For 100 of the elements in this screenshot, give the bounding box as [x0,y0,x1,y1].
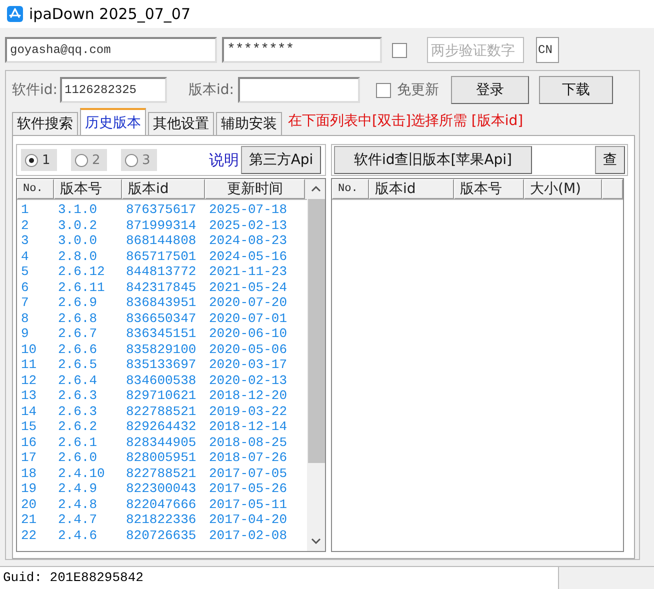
table-cell-text: 3.0.2 [57,218,98,233]
table-cell-text: 822300043 [125,481,198,496]
scroll-up-icon[interactable] [311,186,321,192]
table-cell-text: 11 [20,357,38,372]
table-cell-text: 836843951 [125,295,198,310]
table-cell-text: 2.6.1 [57,434,98,450]
action-button[interactable]: 下载 [539,76,613,104]
column-header[interactable]: 版本id [369,179,454,199]
column-header[interactable]: 大小(M) [524,179,602,199]
table-cell-text: 2018-12-14 [208,419,288,434]
table-cell-text: 22 [20,528,38,543]
table-cell-text: 2.4.7 [57,512,98,528]
table-cell-text: 2020-07-01 [208,310,288,326]
table-cell-text: 2017-02-08 [208,528,288,543]
table-cell-text: 2.6.3 [57,404,98,419]
password-field[interactable]: ******** [222,37,382,63]
table-cell-text: 2017-05-11 [208,496,288,512]
table-cell-text: 844813772 [125,264,198,280]
table-cell-text: 828344905 [125,434,198,450]
table-cell-text: 15 [20,419,38,434]
column-header[interactable]: 版本号 [454,179,524,199]
app-id-field[interactable]: 1126282325 [60,77,166,103]
table-cell-text: 822788521 [125,404,198,419]
tab[interactable]: 辅助安装 [216,112,282,135]
table-cell-text: 2018-08-25 [208,434,288,450]
table-cell-text: 829264432 [125,419,198,434]
table-cell-text: 3.0.0 [57,233,98,248]
table-cell-text: 2.6.2 [57,419,98,434]
table-cell-text: 821822336 [125,512,198,528]
action-button[interactable]: 登录 [451,76,529,104]
table-cell-text: 842317845 [125,280,198,295]
help-link[interactable]: 说明 [209,150,239,170]
table-cell-text: 2019-03-22 [208,404,288,419]
hint-text: 在下面列表中[双击]选择所需 [版本id] [288,112,524,130]
table-cell-text: 13 [20,388,38,404]
table-cell-text: 9 [20,326,30,342]
no-update-checkbox[interactable] [376,82,391,98]
tab[interactable]: 软件搜索 [12,112,78,135]
table-cell-text: 2.4.10 [57,466,106,481]
table-cell-text: 3.1.0 [57,202,98,218]
region-field[interactable]: CN [536,37,559,63]
column-header[interactable]: No. [332,179,369,199]
table-cell-text: 2.8.0 [57,248,98,264]
search-button[interactable]: 查 [595,146,625,174]
table-cell-text: 2.6.8 [57,310,98,326]
table-cell-text: 2018-07-26 [208,450,288,466]
radio-option[interactable]: 1 [21,149,57,171]
email-field[interactable]: goyasha@qq.com [5,37,217,63]
table-cell-text: 16 [20,434,38,450]
table-cell-text: 2025-07-18 [208,202,288,218]
table-cell-text: 2021-11-23 [208,264,288,280]
table-cell-text: 2.4.8 [57,496,98,512]
table-cell-text: 2020-02-13 [208,372,288,388]
twofa-field[interactable]: 两步验证数字 [427,37,524,63]
table-cell-text: 2017-07-05 [208,466,288,481]
table-cell-text: 829710621 [125,388,198,404]
column-header[interactable] [602,179,623,199]
table-cell-text: 2021-05-24 [208,280,288,295]
table-cell-text: 1 [20,202,30,218]
query-button[interactable]: 软件id查旧版本[苹果Api] [334,146,532,174]
table-cell-text: 876375617 [125,202,198,218]
table-cell-text: 871999314 [125,218,198,233]
twofa-checkbox[interactable] [392,42,407,58]
table-cell-text: 2017-04-20 [208,512,288,528]
table-cell-text: 2.6.4 [57,372,98,388]
table-cell-text: 12 [20,372,38,388]
version-id-label: 版本id: [188,81,234,99]
column-header[interactable]: 更新时间 [205,179,305,199]
api-button[interactable]: 第三方Api [241,146,321,174]
table-cell-text: 2 [20,218,30,233]
column-header[interactable]: No. [17,179,54,199]
tab[interactable]: 其他设置 [148,112,214,135]
table-cell-text: 836345151 [125,326,198,342]
table-cell-text: 19 [20,481,38,496]
table-cell-text: 835133697 [125,357,198,372]
table-cell-text: 835829100 [125,342,198,357]
column-header[interactable]: 版本号 [54,179,122,199]
table-cell-text: 2020-05-06 [208,342,288,357]
table-cell-text: 828005951 [125,450,198,466]
table-cell-text: 2.6.6 [57,342,98,357]
tab[interactable]: 历史版本 [80,108,146,135]
table-cell-text: 836650347 [125,310,198,326]
table-cell-text: 2.6.12 [57,264,106,280]
table-cell-text: 2.6.9 [57,295,98,310]
table-cell-text: 865717501 [125,248,198,264]
scroll-down-icon[interactable] [311,538,321,544]
table-cell-text: 8 [20,310,30,326]
table-cell-text: 2.6.0 [57,450,98,466]
table-cell-text: 10 [20,342,38,357]
table-cell-text: 4 [20,248,30,264]
app-icon [7,6,23,22]
column-header[interactable]: 版本id [122,179,205,199]
table-cell-text: 2017-05-26 [208,481,288,496]
table-cell-text: 6 [20,280,30,295]
table-cell-text: 2.4.9 [57,481,98,496]
table-cell-text: 2.4.6 [57,528,98,543]
version-id-field[interactable] [238,77,360,103]
table-cell-text: 2020-07-20 [208,295,288,310]
table-cell-text: 2025-02-13 [208,218,288,233]
table-cell-text: 822047666 [125,496,198,512]
